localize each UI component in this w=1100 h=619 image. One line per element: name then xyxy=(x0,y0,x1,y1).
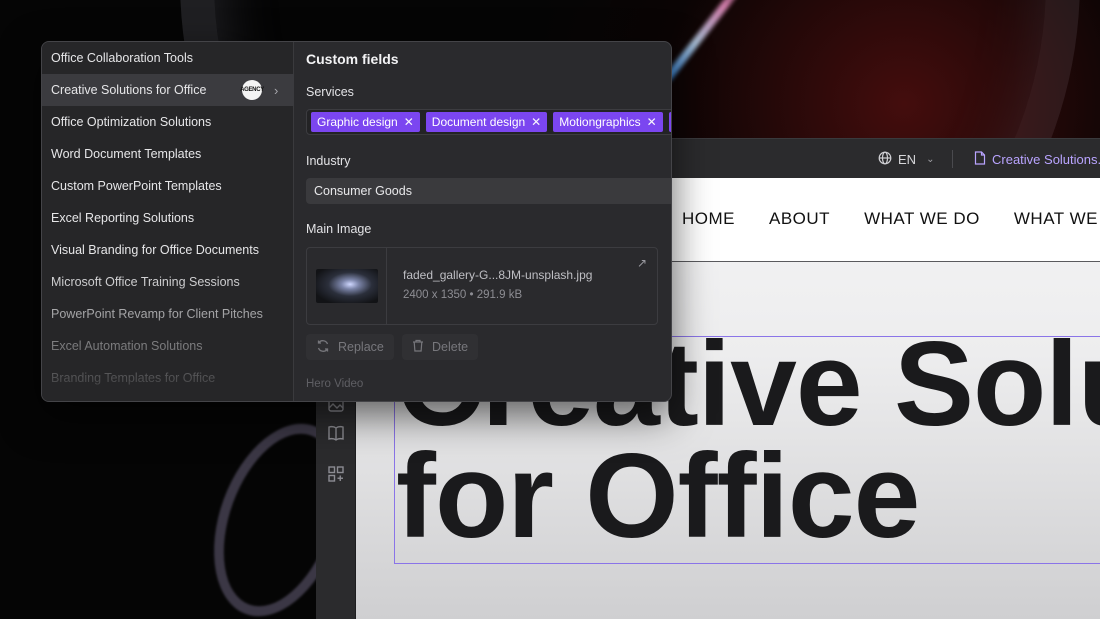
list-item[interactable]: Excel Automation Solutions xyxy=(42,330,294,362)
list-item-label: Word Document Templates xyxy=(51,147,202,161)
main-image-label: Main Image xyxy=(306,222,372,236)
agency-logo-badge: AGENCY xyxy=(240,80,264,100)
remove-tag-icon[interactable]: ✕ xyxy=(531,115,541,129)
trash-icon xyxy=(412,339,424,355)
cms-item-dropdown: Office Collaboration Tools Creative Solu… xyxy=(41,41,672,402)
nav-link-home[interactable]: HOME xyxy=(682,209,735,229)
remove-tag-icon[interactable]: ✕ xyxy=(404,115,414,129)
list-item[interactable]: Visual Branding for Office Documents xyxy=(42,234,294,266)
list-item-label: Visual Branding for Office Documents xyxy=(51,243,259,257)
hero-heading-line2: for Office xyxy=(396,429,920,563)
locale-label: EN xyxy=(898,152,917,167)
list-item-label: Creative Solutions for Office xyxy=(51,83,207,97)
list-item-active[interactable]: Creative Solutions for Office AGENCY › xyxy=(42,74,294,106)
tag-label: Document design xyxy=(431,115,526,129)
industry-select[interactable]: Consumer Goods xyxy=(306,178,671,204)
custom-fields-heading: Custom fields xyxy=(306,51,399,67)
topbar-divider xyxy=(952,150,953,168)
locale-switcher[interactable]: EN ⌄ xyxy=(878,151,934,168)
book-icon[interactable] xyxy=(326,423,346,443)
list-item-label: Custom PowerPoint Templates xyxy=(51,179,222,193)
page-selector[interactable]: Creative Solutions... xyxy=(974,151,1100,168)
list-item-label: Office Collaboration Tools xyxy=(51,51,193,65)
list-item-label: Excel Automation Solutions xyxy=(51,339,203,353)
refresh-icon xyxy=(316,339,330,356)
nav-link-about[interactable]: ABOUT xyxy=(769,209,830,229)
page-name: Creative Solutions... xyxy=(992,152,1100,167)
list-item-label: Microsoft Office Training Sessions xyxy=(51,275,240,289)
services-label: Services xyxy=(306,85,354,99)
hero-video-label: Hero Video xyxy=(306,378,364,390)
list-item-label: Office Optimization Solutions xyxy=(51,115,212,129)
tag-label: Motiongraphics xyxy=(559,115,641,129)
image-thumbnail-frame xyxy=(307,248,387,324)
image-thumbnail xyxy=(315,269,378,303)
service-tag[interactable]: Graphic design ✕ xyxy=(311,112,420,132)
service-tag[interactable]: Document design ✕ xyxy=(425,112,548,132)
open-external-icon[interactable]: ↗ xyxy=(637,256,647,270)
remove-tag-icon[interactable]: ✕ xyxy=(647,115,657,129)
custom-fields-pane: Custom fields Services Graphic design ✕ D… xyxy=(294,42,671,401)
nav-link-what-we[interactable]: WHAT WE M xyxy=(1014,209,1100,229)
add-apps-icon[interactable] xyxy=(326,464,346,484)
nav-link-what-we-do[interactable]: WHAT WE DO xyxy=(864,209,980,229)
list-item-label: PowerPoint Revamp for Client Pitches xyxy=(51,307,263,321)
globe-icon xyxy=(878,151,892,168)
services-tag-field[interactable]: Graphic design ✕ Document design ✕ Motiong… xyxy=(306,109,671,135)
chevron-right-icon: › xyxy=(274,83,279,98)
replace-button[interactable]: Replace xyxy=(306,334,394,360)
list-item[interactable]: Excel Reporting Solutions xyxy=(42,202,294,234)
list-item-label: Branding Templates for Office xyxy=(51,371,216,385)
service-tag[interactable]: Motiongraphics ✕ xyxy=(553,112,663,132)
delete-button[interactable]: Delete xyxy=(402,334,479,360)
image-filename: faded_gallery-G...8JM-unsplash.jpg xyxy=(403,268,593,282)
list-item[interactable]: Branding Templates for Office xyxy=(42,362,294,394)
industry-label: Industry xyxy=(306,154,351,168)
image-meta: 2400 x 1350 • 291.9 kB xyxy=(403,289,523,301)
main-image-card[interactable]: faded_gallery-G...8JM-unsplash.jpg 2400 … xyxy=(306,247,658,325)
list-item[interactable]: Custom PowerPoint Templates xyxy=(42,170,294,202)
list-item[interactable]: PowerPoint Revamp for Client Pitches xyxy=(42,298,294,330)
list-item-label: Excel Reporting Solutions xyxy=(51,211,195,225)
list-item[interactable]: Word Document Templates xyxy=(42,138,294,170)
service-tag[interactable]: P xyxy=(668,112,671,132)
tag-label: Graphic design xyxy=(317,115,398,129)
list-item[interactable]: Office Optimization Solutions xyxy=(42,106,294,138)
page-icon xyxy=(974,151,986,168)
industry-value: Consumer Goods xyxy=(314,184,412,198)
chevron-down-icon: ⌄ xyxy=(926,154,935,165)
list-item[interactable]: Office Collaboration Tools xyxy=(42,42,294,74)
replace-label: Replace xyxy=(338,340,384,354)
list-item[interactable]: Microsoft Office Training Sessions xyxy=(42,266,294,298)
cms-item-list: Office Collaboration Tools Creative Solu… xyxy=(42,42,294,401)
delete-label: Delete xyxy=(432,340,469,354)
